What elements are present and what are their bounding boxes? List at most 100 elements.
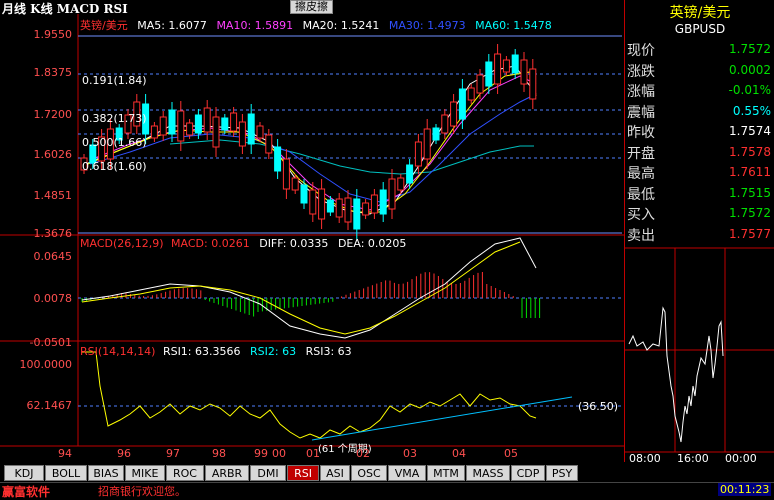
rsi-name: RSI(14,14,14) bbox=[80, 345, 156, 358]
macd-legend: MACD(26,12,9) MACD: 0.0261 DIFF: 0.0335 … bbox=[80, 237, 406, 250]
diff-value: DIFF: 0.0335 bbox=[259, 237, 329, 250]
clock: 00:11:23 bbox=[718, 483, 772, 496]
macd-y-tick: 0.0645 bbox=[33, 250, 73, 263]
tab-rsi[interactable]: RSI bbox=[287, 465, 319, 481]
macd-value: MACD: 0.0261 bbox=[171, 237, 250, 250]
rsi-line bbox=[82, 351, 537, 439]
x-tick: 94 bbox=[58, 447, 72, 460]
ma20-label: MA20: 1.5241 bbox=[302, 19, 380, 32]
intraday-chart[interactable] bbox=[625, 246, 774, 462]
chart-area[interactable]: 英镑/美元 MA5: 1.6077 MA10: 1.5891 MA20: 1.5… bbox=[0, 14, 624, 462]
rsi-y-tick: 100.0000 bbox=[19, 358, 73, 371]
quote-label: 昨收 bbox=[627, 125, 655, 141]
symbol-label: 英镑/美元 bbox=[80, 19, 128, 32]
tab-psy[interactable]: PSY bbox=[546, 465, 578, 481]
tab-cdp[interactable]: CDP bbox=[511, 465, 545, 481]
candle-body bbox=[274, 146, 282, 172]
kline-y-tick: 1.6026 bbox=[33, 148, 73, 161]
quote-row: 昨收 1.7574 bbox=[625, 122, 774, 142]
quote-label: 涨跌 bbox=[627, 63, 655, 80]
quote-label: 涨幅 bbox=[627, 84, 655, 100]
candle-body bbox=[370, 194, 378, 214]
tab-mass[interactable]: MASS bbox=[466, 465, 510, 481]
quote-row: 最低 1.7515 bbox=[625, 184, 774, 204]
fib-label: 0.382(1.73) bbox=[82, 112, 147, 125]
candle-body bbox=[159, 116, 167, 136]
candle-body bbox=[168, 109, 176, 135]
candle-body bbox=[238, 121, 246, 147]
quote-row: 买入 1.7572 bbox=[625, 204, 774, 224]
candle-body bbox=[423, 128, 431, 160]
ma60-label: MA60: 1.5478 bbox=[475, 19, 552, 32]
instrument-name: 英镑/美元 bbox=[669, 5, 731, 21]
candle-body bbox=[203, 107, 211, 133]
fib-label: 0.500(1.66) bbox=[82, 136, 147, 149]
candle-body bbox=[476, 74, 484, 94]
candle-body bbox=[441, 114, 449, 134]
kline-y-tick: 1.4851 bbox=[33, 189, 73, 202]
x-tick: 05 bbox=[504, 447, 518, 460]
x-tick: 00 bbox=[272, 447, 286, 460]
quote-value: 1.7572 bbox=[729, 206, 771, 220]
quote-label: 震幅 bbox=[627, 104, 655, 121]
candle-body bbox=[529, 68, 537, 100]
tab-osc[interactable]: OSC bbox=[351, 465, 387, 481]
tab-mtm[interactable]: MTM bbox=[427, 465, 465, 481]
candle-body bbox=[353, 198, 361, 230]
rsi-y-tick: 62.1467 bbox=[26, 399, 73, 412]
instrument-code: GBPUSD bbox=[674, 22, 726, 36]
x-tick: 97 bbox=[166, 447, 180, 460]
candle-body bbox=[247, 113, 255, 145]
x-tick: 03 bbox=[403, 447, 417, 460]
status-bar: 赢富软件 招商银行欢迎您。 00:11:23 bbox=[0, 482, 774, 499]
candle-body bbox=[432, 127, 440, 141]
quote-value: 1.7611 bbox=[729, 165, 771, 179]
quote-row: 卖出 1.7577 bbox=[625, 225, 774, 245]
candle-body bbox=[309, 189, 317, 215]
candle-body bbox=[291, 177, 299, 191]
candle-body bbox=[397, 177, 405, 191]
candle-body bbox=[414, 141, 422, 167]
tab-mike[interactable]: MIKE bbox=[125, 465, 165, 481]
tab-bias[interactable]: BIAS bbox=[88, 465, 124, 481]
candle-body bbox=[221, 117, 229, 131]
ma5-label: MA5: 1.6077 bbox=[137, 19, 207, 32]
ma60-line bbox=[169, 139, 534, 175]
candle-body bbox=[300, 184, 308, 204]
rsi3-value: RSI3: 63 bbox=[305, 345, 352, 358]
x-tick: 98 bbox=[212, 447, 226, 460]
tab-boll[interactable]: BOLL bbox=[45, 465, 87, 481]
tab-dmi[interactable]: DMI bbox=[250, 465, 286, 481]
rsi-trend-line bbox=[311, 396, 573, 441]
candle-body bbox=[502, 59, 510, 73]
candle-body bbox=[186, 122, 194, 136]
quote-row: 最高 1.7611 bbox=[625, 163, 774, 183]
candle-body bbox=[362, 202, 370, 216]
kline-y-tick: 1.9550 bbox=[33, 28, 73, 41]
ma10-label: MA10: 1.5891 bbox=[216, 19, 294, 32]
candle-body bbox=[406, 164, 414, 184]
tab-roc[interactable]: ROC bbox=[166, 465, 204, 481]
quote-value: 1.7578 bbox=[729, 144, 771, 159]
quote-value: 0.55% bbox=[732, 103, 771, 118]
candle-body bbox=[388, 178, 396, 210]
macd-histogram bbox=[81, 272, 541, 318]
quote-value: 1.7577 bbox=[729, 226, 771, 241]
app-logo: 赢富软件 bbox=[2, 485, 51, 499]
candle-body bbox=[177, 110, 185, 142]
candle-body bbox=[458, 88, 466, 120]
tab-vma[interactable]: VMA bbox=[388, 465, 426, 481]
rsi-legend: RSI(14,14,14) RSI1: 63.3566 RSI2: 63 RSI… bbox=[80, 345, 352, 358]
quote-label: 卖出 bbox=[627, 227, 655, 244]
eraser-button[interactable]: 擦皮擦 bbox=[290, 0, 333, 14]
macd-y-tick: 0.0078 bbox=[33, 292, 73, 305]
quote-label: 最高 bbox=[627, 166, 655, 182]
quote-row: 现价 1.7572 bbox=[625, 40, 774, 60]
ma30-label: MA30: 1.4973 bbox=[388, 19, 466, 32]
candle-body bbox=[344, 197, 352, 223]
tab-kdj[interactable]: KDJ bbox=[4, 465, 44, 481]
dea-value: DEA: 0.0205 bbox=[337, 237, 407, 250]
tab-arbr[interactable]: ARBR bbox=[205, 465, 249, 481]
tab-asi[interactable]: ASI bbox=[320, 465, 350, 481]
quote-value: 1.7572 bbox=[729, 42, 771, 56]
